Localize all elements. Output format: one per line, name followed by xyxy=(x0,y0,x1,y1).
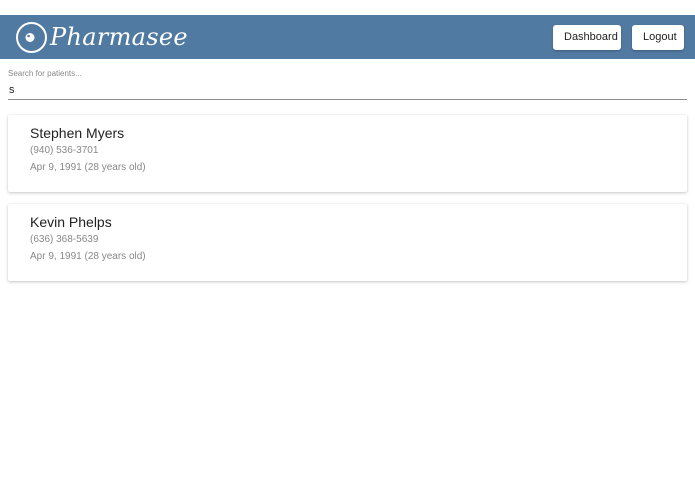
patient-search: Search for patients... xyxy=(8,68,687,100)
patient-name: Stephen Myers xyxy=(30,125,125,141)
app-bar: Pharmasee Dashboard Logout xyxy=(0,15,695,59)
search-input[interactable] xyxy=(8,80,687,100)
patient-name: Kevin Phelps xyxy=(30,214,112,230)
search-label: Search for patients... xyxy=(8,69,82,78)
eye-logo-icon xyxy=(16,21,47,53)
header-nav: Dashboard Logout xyxy=(542,24,684,50)
dashboard-button[interactable]: Dashboard xyxy=(553,24,621,50)
patient-phone: (636) 368-5639 xyxy=(30,234,99,245)
brand-name: Pharmasee xyxy=(50,23,188,51)
patient-phone: (940) 536-3701 xyxy=(30,145,99,156)
patient-card[interactable]: Kevin Phelps (636) 368-5639 Apr 9, 1991 … xyxy=(8,204,687,281)
app-page: Pharmasee Dashboard Logout Search for pa… xyxy=(0,0,695,494)
brand[interactable]: Pharmasee xyxy=(15,21,188,54)
patient-card[interactable]: Stephen Myers (940) 536-3701 Apr 9, 1991… xyxy=(8,115,687,192)
patient-list: Stephen Myers (940) 536-3701 Apr 9, 1991… xyxy=(8,115,687,293)
patient-dob: Apr 9, 1991 (28 years old) xyxy=(30,251,146,262)
patient-dob: Apr 9, 1991 (28 years old) xyxy=(30,162,146,173)
logout-button[interactable]: Logout xyxy=(632,24,684,50)
